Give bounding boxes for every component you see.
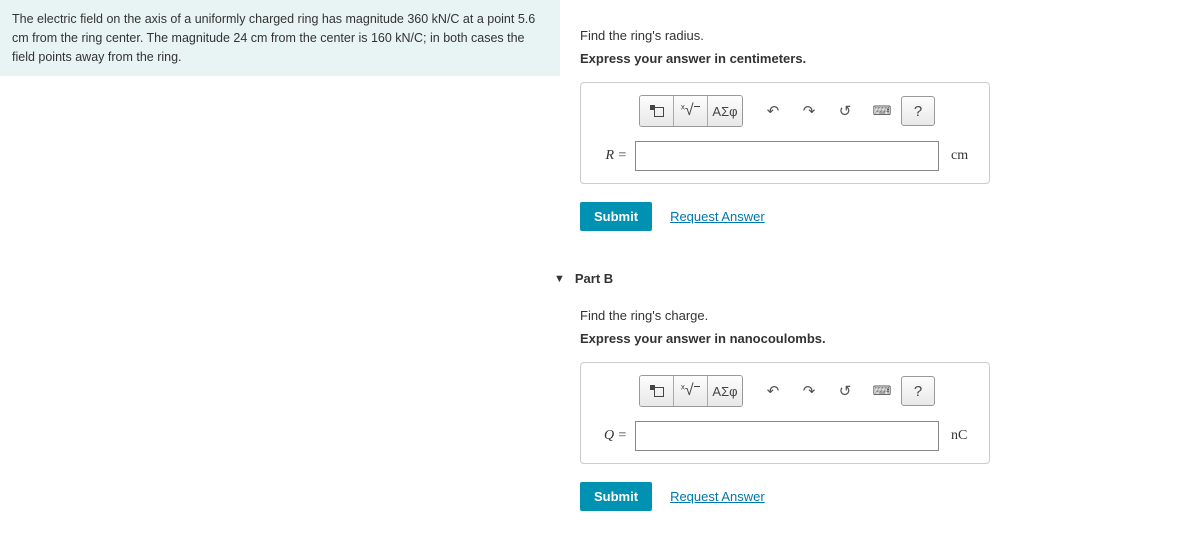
sqrt-icon: x√ [681,102,700,120]
keyboard-icon: ⌨ [873,383,890,399]
problem-statement: The electric field on the axis of a unif… [0,0,560,76]
keyboard-button[interactable]: ⌨ [865,376,897,406]
toolbar-b: x√ ΑΣφ ↶ ↷ ↺ ⌨ ? [591,375,979,407]
undo-button[interactable]: ↶ [757,376,789,406]
part-b-prompt: Find the ring's charge. [580,308,1200,323]
redo-icon: ↷ [803,382,816,400]
submit-button-a[interactable]: Submit [580,202,652,231]
reset-icon: ↺ [839,382,852,400]
answer-widget-a: x√ ΑΣφ ↶ ↷ ↺ ⌨ ? R = cm [580,82,990,184]
redo-icon: ↷ [803,102,816,120]
part-a-section: Find the ring's radius. Express your ans… [580,28,1200,231]
sqrt-button[interactable]: x√ [674,96,708,126]
variable-label-b: Q = [591,428,635,444]
keyboard-icon: ⌨ [873,103,890,119]
help-button[interactable]: ? [901,376,935,406]
part-b-header[interactable]: ▼ Part B [554,271,1200,286]
keyboard-button[interactable]: ⌨ [865,96,897,126]
request-answer-link-b[interactable]: Request Answer [670,489,765,504]
reset-button[interactable]: ↺ [829,96,861,126]
sqrt-button[interactable]: x√ [674,376,708,406]
answer-widget-b: x√ ΑΣφ ↶ ↷ ↺ ⌨ ? Q = nC [580,362,990,464]
templates-button[interactable] [640,96,674,126]
undo-button[interactable]: ↶ [757,96,789,126]
part-a-prompt: Find the ring's radius. [580,28,1200,43]
help-button[interactable]: ? [901,96,935,126]
answer-input-a[interactable] [635,141,939,171]
answer-input-b[interactable] [635,421,939,451]
caret-down-icon: ▼ [554,273,565,285]
greek-button[interactable]: ΑΣφ [708,376,742,406]
templates-icon [650,385,664,397]
part-b-section: ▼ Part B Find the ring's charge. Express… [580,271,1200,511]
toolbar-a: x√ ΑΣφ ↶ ↷ ↺ ⌨ ? [591,95,979,127]
redo-button[interactable]: ↷ [793,96,825,126]
part-a-instruction: Express your answer in centimeters. [580,51,1200,66]
greek-button[interactable]: ΑΣφ [708,96,742,126]
undo-icon: ↶ [767,382,780,400]
submit-button-b[interactable]: Submit [580,482,652,511]
variable-label-a: R = [591,148,635,164]
sqrt-icon: x√ [681,382,700,400]
reset-button[interactable]: ↺ [829,376,861,406]
unit-label-b: nC [939,428,979,444]
part-b-title: Part B [575,271,613,286]
request-answer-link-a[interactable]: Request Answer [670,209,765,224]
templates-icon [650,105,664,117]
redo-button[interactable]: ↷ [793,376,825,406]
reset-icon: ↺ [839,102,852,120]
undo-icon: ↶ [767,102,780,120]
part-b-instruction: Express your answer in nanocoulombs. [580,331,1200,346]
templates-button[interactable] [640,376,674,406]
unit-label-a: cm [939,148,979,164]
